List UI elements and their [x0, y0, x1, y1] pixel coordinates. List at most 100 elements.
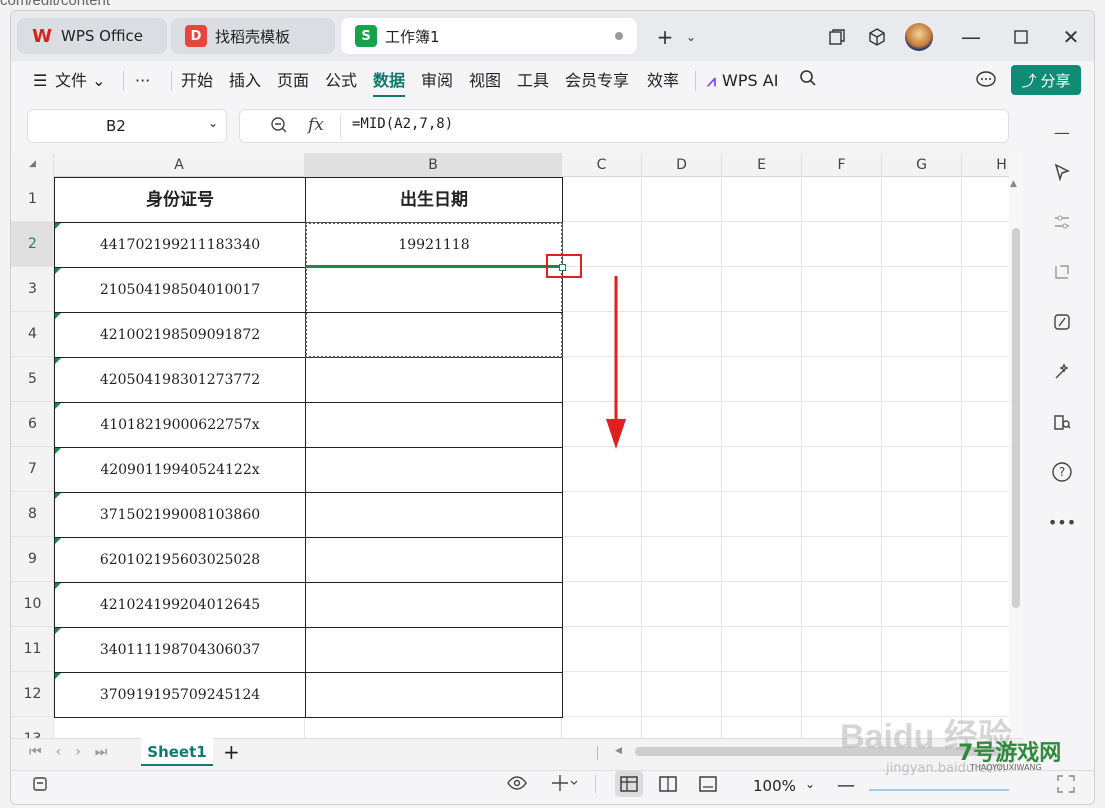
more-options-icon[interactable]: •••: [1047, 507, 1077, 537]
header-id-number[interactable]: 身份证号: [54, 177, 306, 223]
select-all-corner[interactable]: ◢: [11, 153, 54, 177]
menu-start[interactable]: 开始: [181, 69, 213, 93]
cell-birth-date[interactable]: [305, 627, 563, 673]
tab-label: 找稻壳模板: [215, 27, 291, 46]
sliders-icon[interactable]: [1047, 207, 1077, 237]
row-header-2[interactable]: 2: [11, 222, 54, 267]
collapse-dash-icon[interactable]: —: [1047, 117, 1077, 147]
avatar[interactable]: [905, 23, 933, 51]
cell-id-number[interactable]: 42090119940524122x: [54, 447, 306, 493]
page-layout-icon[interactable]: [659, 776, 677, 796]
tab-wps-office[interactable]: W WPS Office: [17, 18, 167, 54]
sheet-tab-sheet1[interactable]: Sheet1: [141, 738, 213, 766]
wps-ai-button[interactable]: ⩘ WPS AI: [707, 69, 778, 93]
menu-efficiency[interactable]: 效率: [647, 69, 679, 93]
freeze-panes-icon[interactable]: [551, 774, 578, 796]
cell-id-number[interactable]: 370919195709245124: [54, 672, 306, 718]
menu-review[interactable]: 审阅: [421, 69, 453, 93]
new-tab-plus-icon[interactable]: +: [651, 23, 679, 51]
zoom-level[interactable]: 100%: [753, 777, 796, 795]
share-button[interactable]: ⤴ 分享: [1011, 65, 1081, 95]
cell-id-number[interactable]: 210504198504010017: [54, 267, 306, 313]
row-header-5[interactable]: 5: [11, 357, 54, 402]
column-header-g[interactable]: G: [882, 153, 962, 177]
cell-id-number[interactable]: 421024199204012645: [54, 582, 306, 628]
minimize-icon[interactable]: —: [957, 23, 985, 51]
fx-icon[interactable]: fx: [308, 115, 324, 135]
close-icon[interactable]: ✕: [1057, 23, 1085, 51]
svg-text:?: ?: [1059, 465, 1065, 479]
row-header-6[interactable]: 6: [11, 402, 54, 447]
menu-formula[interactable]: 公式: [325, 69, 357, 93]
tab-docer-templates[interactable]: D 找稻壳模板: [171, 18, 335, 54]
search-icon[interactable]: [799, 69, 817, 93]
row-header-7[interactable]: 7: [11, 447, 54, 492]
column-header-d[interactable]: D: [642, 153, 722, 177]
row-header-1[interactable]: 1: [11, 177, 54, 222]
cell-id-number[interactable]: 41018219000622757x: [54, 402, 306, 448]
sheet-nav-arrows-icon[interactable]: ⏮‹›⏭: [29, 744, 121, 760]
cell-id-number[interactable]: 441702199211183340: [54, 222, 306, 268]
cell-birth-date[interactable]: [305, 357, 563, 403]
cell-birth-date[interactable]: [305, 537, 563, 583]
hscroll-left-icon[interactable]: ◀: [615, 746, 622, 756]
menu-insert[interactable]: 插入: [229, 69, 261, 93]
row-header-10[interactable]: 10: [11, 582, 54, 627]
tab-workbook1[interactable]: S 工作簿1: [341, 18, 637, 54]
column-header-a[interactable]: A: [54, 153, 305, 177]
cloud-chat-icon[interactable]: [975, 69, 997, 93]
normal-view-button[interactable]: [615, 771, 643, 797]
cell-birth-date[interactable]: [305, 402, 563, 448]
brush-icon[interactable]: [1047, 307, 1077, 337]
eye-icon[interactable]: [507, 774, 527, 796]
column-header-e[interactable]: E: [722, 153, 802, 177]
help-icon[interactable]: ?: [1047, 457, 1077, 487]
header-birth-date[interactable]: 出生日期: [305, 177, 563, 223]
zoom-formula-icon[interactable]: [270, 116, 288, 138]
row-header-8[interactable]: 8: [11, 492, 54, 537]
cell-id-number[interactable]: 371502199008103860: [54, 492, 306, 538]
menu-page[interactable]: 页面: [277, 69, 309, 93]
cell-birth-date[interactable]: [305, 582, 563, 628]
cube-icon[interactable]: [863, 23, 891, 51]
cell-id-number[interactable]: 421002198509091872: [54, 312, 306, 358]
row-header-13[interactable]: 13: [11, 717, 54, 738]
transform-icon[interactable]: [1047, 257, 1077, 287]
cell-birth-date[interactable]: [305, 492, 563, 538]
formula-bar[interactable]: fx =MID(A2,7,8): [239, 109, 1009, 143]
select-pointer-icon[interactable]: [1047, 157, 1077, 187]
row-header-9[interactable]: 9: [11, 537, 54, 582]
row-header-4[interactable]: 4: [11, 312, 54, 357]
cell-birth-date[interactable]: [305, 672, 563, 718]
cell-id-number[interactable]: 620102195603025028: [54, 537, 306, 583]
scroll-up-icon[interactable]: ▲: [1010, 179, 1017, 189]
row-header-12[interactable]: 12: [11, 672, 54, 717]
add-sheet-icon[interactable]: +: [223, 740, 240, 764]
column-header-f[interactable]: F: [802, 153, 882, 177]
column-header-b[interactable]: B: [305, 153, 562, 177]
macro-record-icon[interactable]: [31, 775, 49, 797]
more-icon[interactable]: ···: [135, 69, 150, 93]
window-restore-icon[interactable]: [823, 23, 851, 51]
column-header-c[interactable]: C: [562, 153, 642, 177]
name-box[interactable]: B2 ⌄: [27, 109, 227, 143]
menu-member[interactable]: 会员专享: [565, 69, 629, 93]
book-search-icon[interactable]: [1047, 407, 1077, 437]
tab-list-chevron-icon[interactable]: ⌄: [677, 23, 705, 51]
menu-data[interactable]: 数据: [373, 69, 406, 97]
menu-file[interactable]: 文件 ⌄: [55, 69, 106, 93]
spreadsheet-grid[interactable]: ◢ A B C D E F G H 12345678910111213身份证号出…: [11, 153, 1023, 738]
magic-tools-icon[interactable]: [1047, 357, 1077, 387]
hamburger-icon[interactable]: ☰: [33, 69, 47, 93]
page-break-icon[interactable]: [699, 776, 717, 796]
vertical-scroll-thumb[interactable]: [1012, 228, 1020, 608]
menu-tools[interactable]: 工具: [517, 69, 549, 93]
row-header-11[interactable]: 11: [11, 627, 54, 672]
maximize-icon[interactable]: [1007, 23, 1035, 51]
cell-id-number[interactable]: 340111198704306037: [54, 627, 306, 673]
cell-birth-date[interactable]: [305, 447, 563, 493]
zoom-chevron-icon[interactable]: ⌄: [805, 777, 815, 791]
cell-id-number[interactable]: 420504198301273772: [54, 357, 306, 403]
menu-view[interactable]: 视图: [469, 69, 501, 93]
row-header-3[interactable]: 3: [11, 267, 54, 312]
